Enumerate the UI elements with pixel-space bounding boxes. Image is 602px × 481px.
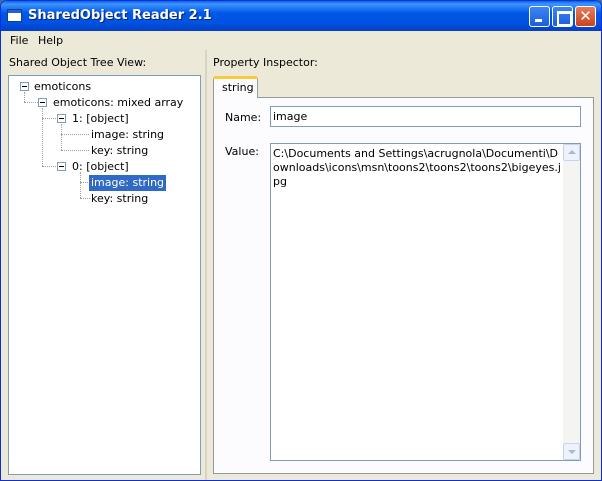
tree-node-object-1[interactable]: 1: [object] xyxy=(70,111,131,127)
tree-connector xyxy=(42,108,43,118)
tree-node-mixed-array[interactable]: emoticons: mixed array xyxy=(51,95,185,111)
tree-connector xyxy=(61,134,89,135)
tree-connector xyxy=(80,172,81,198)
tree-connector xyxy=(61,124,62,150)
menu-file[interactable]: File xyxy=(10,34,28,47)
panel-splitter[interactable] xyxy=(205,50,207,480)
shared-object-tree[interactable]: emoticons emoticons: mixed array 1: [obj… xyxy=(8,75,201,475)
arrow-down-icon xyxy=(568,450,576,454)
collapse-icon[interactable] xyxy=(57,162,66,171)
tree-connector xyxy=(42,118,56,119)
menu-bar: File Help xyxy=(1,31,601,50)
app-icon xyxy=(7,9,22,22)
value-text: C:\Documents and Settings\acrugnola\Docu… xyxy=(273,147,561,188)
maximize-icon xyxy=(553,7,572,26)
tree-node-image[interactable]: image: string xyxy=(89,127,166,143)
window-title: SharedObject Reader 2.1 xyxy=(28,8,212,23)
tree-node-emoticons[interactable]: emoticons xyxy=(32,79,93,95)
name-label: Name: xyxy=(225,111,262,124)
app-window: SharedObject Reader 2.1 ✕ File Help Shar… xyxy=(0,0,602,481)
tree-connector xyxy=(42,118,43,166)
tree-connector xyxy=(24,102,38,103)
tab-label: string xyxy=(222,81,254,94)
minimize-button[interactable] xyxy=(529,6,550,27)
value-textarea[interactable]: C:\Documents and Settings\acrugnola\Docu… xyxy=(270,143,581,461)
tree-node-key[interactable]: key: string xyxy=(89,143,150,159)
name-field[interactable]: image xyxy=(270,106,581,127)
tree-view-label: Shared Object Tree View: xyxy=(9,56,147,69)
scroll-down-button[interactable] xyxy=(563,443,580,460)
value-scrollbar[interactable] xyxy=(563,144,580,460)
collapse-icon[interactable] xyxy=(38,98,47,107)
tree-connector xyxy=(61,150,89,151)
tab-string[interactable]: string xyxy=(213,76,258,98)
tree-node-key[interactable]: key: string xyxy=(89,191,150,207)
minimize-icon xyxy=(530,7,549,26)
property-inspector-label: Property Inspector: xyxy=(213,56,318,69)
close-icon: ✕ xyxy=(579,7,592,25)
close-button[interactable]: ✕ xyxy=(575,6,596,27)
value-label: Value: xyxy=(225,145,259,158)
menu-help[interactable]: Help xyxy=(38,34,63,47)
collapse-icon[interactable] xyxy=(20,82,29,91)
scroll-up-button[interactable] xyxy=(563,144,580,161)
tree-connector xyxy=(24,92,25,102)
tree-connector xyxy=(42,166,56,167)
maximize-button[interactable] xyxy=(552,6,573,27)
collapse-icon[interactable] xyxy=(57,114,66,123)
tree-node-image-selected[interactable]: image: string xyxy=(89,175,167,191)
tree-node-object-0[interactable]: 0: [object] xyxy=(70,159,131,175)
arrow-up-icon xyxy=(568,150,576,154)
title-bar[interactable]: SharedObject Reader 2.1 ✕ xyxy=(1,1,601,31)
